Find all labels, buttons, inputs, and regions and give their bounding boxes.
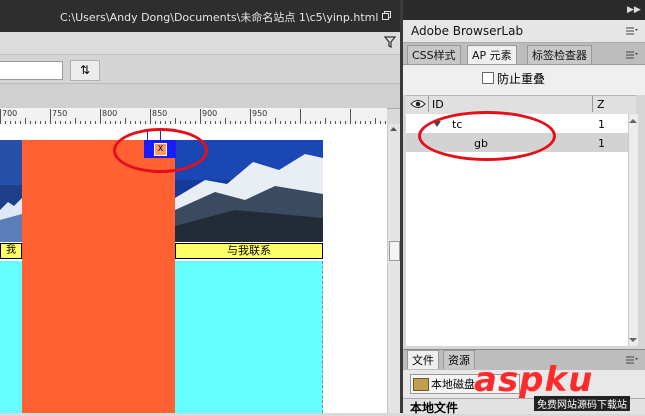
orange-content-block xyxy=(22,140,175,413)
column-header-id[interactable]: ID xyxy=(432,98,444,111)
scroll-down-arrow-icon[interactable] xyxy=(629,337,637,343)
column-divider xyxy=(428,96,429,112)
prevent-overlap-checkbox[interactable] xyxy=(482,72,494,84)
tab-assets[interactable]: 资源 xyxy=(443,350,475,369)
prevent-overlap-label: 防止重叠 xyxy=(497,72,546,86)
ruler-label: 950 xyxy=(252,109,268,118)
ruler-tick xyxy=(50,109,51,124)
sort-arrows-button[interactable]: ⇅ xyxy=(70,60,100,81)
tab-css-styles[interactable]: CSS样式 xyxy=(407,45,461,64)
ruler-tick xyxy=(250,109,251,124)
ruler-tick xyxy=(300,109,301,124)
annotation-circle-list xyxy=(418,111,556,161)
table-row-z[interactable]: 1 xyxy=(598,137,605,150)
ruler-tick xyxy=(200,109,201,124)
collapse-panel-icon[interactable]: ▶▶ xyxy=(627,5,641,15)
browserlab-title: Adobe BrowserLab xyxy=(411,24,524,38)
nav-contact-link[interactable]: 与我联系 xyxy=(175,243,323,259)
column-divider xyxy=(592,96,593,112)
ruler-label: 900 xyxy=(202,109,218,118)
cyan-block-left xyxy=(0,261,22,413)
tab-files[interactable]: 文件 xyxy=(407,350,439,369)
panel-options-menu-icon[interactable] xyxy=(626,51,638,59)
restore-window-icon[interactable] xyxy=(382,11,391,20)
address-input[interactable] xyxy=(0,61,63,80)
disk-icon xyxy=(413,378,429,391)
design-canvas[interactable]: 我 与我联系 xyxy=(0,124,387,413)
ruler-label: 850 xyxy=(152,109,168,118)
banner-image-left xyxy=(0,140,22,242)
document-title: C:\Users\Andy Dong\Documents\未命名站点 1\c5\… xyxy=(60,11,379,24)
tab-tag-inspector[interactable]: 标签检查器 xyxy=(527,45,592,64)
tab-ap-elements[interactable]: AP 元素 xyxy=(467,45,517,64)
scrollbar-thumb[interactable] xyxy=(389,241,400,261)
table-row-z[interactable]: 1 xyxy=(598,118,605,131)
ruler-tick xyxy=(0,109,1,124)
browserlab-menu-icon[interactable] xyxy=(626,27,638,35)
ruler-tick xyxy=(100,109,101,124)
ruler-label: 800 xyxy=(102,109,118,118)
ruler-label: 750 xyxy=(52,109,68,118)
annotation-circle-canvas xyxy=(113,128,208,173)
column-header-z[interactable]: Z xyxy=(597,98,605,111)
files-panel-menu-icon[interactable] xyxy=(626,356,638,364)
scroll-up-arrow-icon[interactable] xyxy=(389,124,398,134)
panel-dock-header xyxy=(403,0,645,20)
document-toolbar xyxy=(0,32,400,55)
canvas-vertical-scrollbar[interactable] xyxy=(387,124,401,413)
list-scrollbar[interactable] xyxy=(628,114,638,346)
horizontal-ruler: 700 750 800 850 900 950 xyxy=(0,108,387,125)
nav-cell-left[interactable]: 我 xyxy=(0,243,22,259)
scroll-up-arrow-icon[interactable] xyxy=(629,118,637,124)
ruler-tick xyxy=(150,109,151,124)
watermark-caption: 免费网站源码下载站 xyxy=(534,396,630,411)
visibility-eye-icon[interactable] xyxy=(410,99,426,109)
ruler-label: 700 xyxy=(2,109,18,118)
cyan-block-right xyxy=(175,261,323,413)
local-files-label: 本地文件 xyxy=(410,401,459,415)
watermark-logo: aspku xyxy=(474,360,594,400)
filter-icon[interactable] xyxy=(384,36,396,48)
ruler-tick xyxy=(350,109,351,124)
status-strip xyxy=(0,84,400,109)
